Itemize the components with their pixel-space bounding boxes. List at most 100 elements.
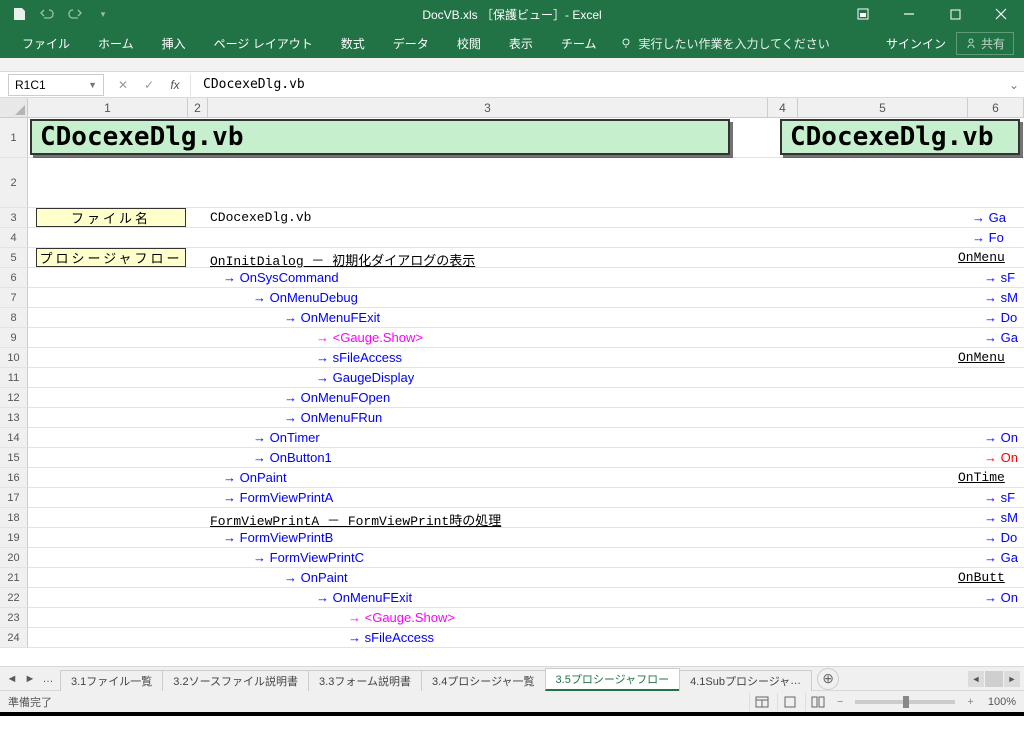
sheet-tab[interactable]: 4.1Subプロシージャ … (679, 670, 812, 691)
tab-review[interactable]: 校閲 (443, 28, 495, 58)
cancel-formula-icon[interactable]: ✕ (112, 75, 134, 95)
ribbon-collapsed-strip (0, 58, 1024, 72)
row-header[interactable]: 6 (0, 268, 28, 288)
cell-text: OnMenu (958, 250, 1005, 265)
add-sheet-button[interactable]: ⊕ (817, 668, 839, 690)
scroll-thumb[interactable] (985, 671, 1003, 687)
sheet-tab[interactable]: 3.1ファイル一覧 (60, 670, 163, 691)
share-button[interactable]: 共有 (956, 32, 1014, 55)
redo-icon[interactable] (62, 2, 88, 26)
row-header[interactable]: 15 (0, 448, 28, 468)
tab-pagelayout[interactable]: ページ レイアウト (200, 28, 327, 58)
expand-formula-icon[interactable]: ⌄ (1004, 78, 1024, 92)
ribbon-tabs: ファイル ホーム 挿入 ページ レイアウト 数式 データ 校閲 表示 チーム 実… (0, 28, 1024, 58)
save-icon[interactable] (6, 2, 32, 26)
row-header[interactable]: 1 (0, 118, 28, 158)
tellme-search[interactable]: 実行したい作業を入力してください (620, 35, 829, 52)
row-header[interactable]: 2 (0, 158, 28, 208)
row-header[interactable]: 10 (0, 348, 28, 368)
view-pagebreak-icon[interactable] (805, 693, 831, 711)
tab-view[interactable]: 表示 (495, 28, 547, 58)
formula-input[interactable]: CDocexeDlg.vb (197, 77, 1004, 92)
cell-text: → Ga (984, 330, 1018, 346)
row-header[interactable]: 13 (0, 408, 28, 428)
cell-text: → sFileAccess (348, 630, 434, 646)
select-all-button[interactable] (0, 98, 28, 117)
row-header[interactable]: 4 (0, 228, 28, 248)
grid-body[interactable]: 1 CDocexeDlg.vb CDocexeDlg.vb 2 3 ファイル名 … (0, 118, 1024, 666)
col-header[interactable]: 6 (968, 98, 1024, 117)
cell-text: → <Gauge.Show> (316, 330, 423, 346)
close-icon[interactable] (978, 0, 1024, 28)
col-header[interactable]: 5 (798, 98, 968, 117)
sheet-tab[interactable]: 3.2ソースファイル説明書 (162, 670, 309, 691)
cell-text: → OnButton1 (253, 450, 332, 466)
signin-link[interactable]: サインイン (886, 35, 946, 52)
zoom-in-button[interactable]: + (967, 696, 973, 708)
tab-data[interactable]: データ (379, 28, 443, 58)
row-header[interactable]: 9 (0, 328, 28, 348)
zoom-slider[interactable] (855, 700, 955, 704)
sheet-tab-active[interactable]: 3.5プロシージャフロー (545, 668, 681, 691)
cell-text: → OnSysCommand (223, 270, 339, 286)
row-header[interactable]: 20 (0, 548, 28, 568)
col-header[interactable]: 3 (208, 98, 768, 117)
view-normal-icon[interactable] (749, 693, 775, 711)
row-header[interactable]: 18 (0, 508, 28, 528)
row-header[interactable]: 5 (0, 248, 28, 268)
accept-formula-icon[interactable]: ✓ (138, 75, 160, 95)
row-header[interactable]: 17 (0, 488, 28, 508)
row-header[interactable]: 21 (0, 568, 28, 588)
zoom-value[interactable]: 100% (988, 696, 1016, 708)
fx-icon[interactable]: fx (164, 75, 186, 95)
share-icon (965, 37, 977, 49)
view-pagelayout-icon[interactable] (777, 693, 803, 711)
cell-text: → Ga (972, 210, 1006, 226)
row-header[interactable]: 19 (0, 528, 28, 548)
row-header[interactable]: 14 (0, 428, 28, 448)
tab-file[interactable]: ファイル (8, 28, 84, 58)
sheet-tab[interactable]: 3.4プロシージャ一覧 (421, 670, 546, 691)
chevron-down-icon[interactable]: ▼ (88, 80, 97, 90)
horizontal-scrollbar[interactable]: ◄ ► (839, 671, 1024, 687)
row-header[interactable]: 7 (0, 288, 28, 308)
row-header[interactable]: 8 (0, 308, 28, 328)
row-header[interactable]: 12 (0, 388, 28, 408)
row-header[interactable]: 16 (0, 468, 28, 488)
tab-nav-more-icon[interactable]: … (40, 670, 56, 688)
row-header[interactable]: 24 (0, 628, 28, 648)
label-flow: プロシージャフロー (36, 248, 186, 267)
cell-text: → sF (984, 490, 1015, 506)
sheet-tab[interactable]: 3.3フォーム説明書 (308, 670, 422, 691)
scroll-right-icon[interactable]: ► (1004, 671, 1020, 687)
row-header[interactable]: 11 (0, 368, 28, 388)
row-header[interactable]: 3 (0, 208, 28, 228)
tab-home[interactable]: ホーム (84, 28, 148, 58)
cell-text: → OnPaint (223, 470, 287, 486)
col-header[interactable]: 4 (768, 98, 798, 117)
row-header[interactable]: 22 (0, 588, 28, 608)
tab-nav-first-icon[interactable]: ◄ (4, 670, 20, 688)
ribbon-options-icon[interactable] (840, 0, 886, 28)
cell-text: OnTime (958, 470, 1005, 485)
qat-customize-icon[interactable]: ▾ (90, 2, 116, 26)
zoom-thumb[interactable] (903, 696, 909, 708)
name-box[interactable]: R1C1 ▼ (8, 74, 104, 96)
maximize-icon[interactable] (932, 0, 978, 28)
tab-team[interactable]: チーム (547, 28, 611, 58)
sheet-tabs: 3.1ファイル一覧 3.2ソースファイル説明書 3.3フォーム説明書 3.4プロ… (60, 667, 811, 691)
cell-text: → <Gauge.Show> (348, 610, 455, 626)
cell-text: → On (984, 450, 1018, 466)
row-header[interactable]: 23 (0, 608, 28, 628)
undo-icon[interactable] (34, 2, 60, 26)
tab-insert[interactable]: 挿入 (148, 28, 200, 58)
minimize-icon[interactable] (886, 0, 932, 28)
tab-formulas[interactable]: 数式 (327, 28, 379, 58)
window-controls (840, 0, 1024, 28)
col-header[interactable]: 2 (188, 98, 208, 117)
col-header[interactable]: 1 (28, 98, 188, 117)
zoom-out-button[interactable]: − (837, 696, 843, 708)
cell-text: → FormViewPrintA (223, 490, 333, 506)
scroll-left-icon[interactable]: ◄ (968, 671, 984, 687)
tab-nav-last-icon[interactable]: ► (22, 670, 38, 688)
